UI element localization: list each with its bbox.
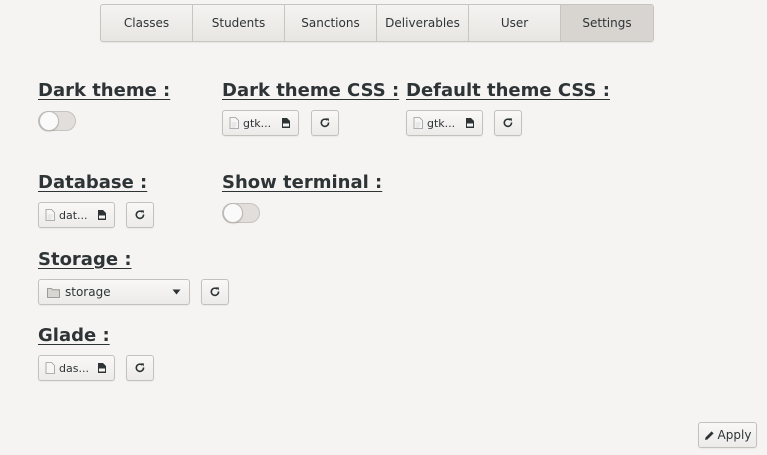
apply-label: Apply xyxy=(717,428,752,442)
dark-theme-css-reload-button[interactable] xyxy=(311,110,339,136)
open-file-icon xyxy=(98,210,106,220)
file-name: das... xyxy=(59,361,89,375)
switch-knob xyxy=(223,203,243,223)
open-file-icon xyxy=(466,118,474,128)
dark-theme-heading: Dark theme : xyxy=(38,80,171,101)
tab-user[interactable]: User xyxy=(469,5,561,41)
dark-theme-css-file-chooser[interactable]: gtk... xyxy=(222,110,299,136)
document-icon xyxy=(413,117,423,129)
reload-icon xyxy=(210,287,220,297)
glade-heading: Glade : xyxy=(38,325,110,346)
storage-reload-button[interactable] xyxy=(201,279,229,305)
pencil-icon xyxy=(704,430,714,440)
glade-file-chooser[interactable]: das... xyxy=(38,355,115,381)
show-terminal-heading: Show terminal : xyxy=(222,172,383,193)
file-name: gtk... xyxy=(427,116,456,130)
reload-icon xyxy=(135,210,145,220)
document-icon xyxy=(229,117,239,129)
tab-classes[interactable]: Classes xyxy=(101,5,193,41)
apply-button[interactable]: Apply xyxy=(698,422,757,448)
default-theme-css-heading: Default theme CSS : xyxy=(406,80,610,101)
folder-icon xyxy=(47,287,60,298)
default-theme-css-file-chooser[interactable]: gtk... xyxy=(406,110,483,136)
storage-heading: Storage : xyxy=(38,249,132,270)
dark-theme-css-heading: Dark theme CSS : xyxy=(222,80,400,101)
reload-icon xyxy=(503,118,513,128)
glade-reload-button[interactable] xyxy=(126,355,154,381)
document-icon xyxy=(45,362,55,374)
reload-icon xyxy=(320,118,330,128)
settings-page: Classes Students Sanctions Deliverables … xyxy=(0,0,767,455)
tab-deliverables[interactable]: Deliverables xyxy=(377,5,469,41)
dark-theme-switch[interactable] xyxy=(38,111,76,131)
database-heading: Database : xyxy=(38,172,148,193)
tab-settings[interactable]: Settings xyxy=(561,5,653,41)
open-file-icon xyxy=(282,118,290,128)
open-file-icon xyxy=(98,363,106,373)
tab-students[interactable]: Students xyxy=(193,5,285,41)
folder-name: storage xyxy=(65,285,111,299)
show-terminal-switch[interactable] xyxy=(222,203,260,223)
document-icon xyxy=(45,209,55,221)
tab-bar: Classes Students Sanctions Deliverables … xyxy=(100,4,654,42)
database-file-chooser[interactable]: dat... xyxy=(38,202,115,228)
file-name: gtk... xyxy=(243,116,272,130)
reload-icon xyxy=(135,363,145,373)
storage-folder-select[interactable]: storage xyxy=(38,279,190,305)
dropdown-arrow-icon xyxy=(172,289,181,295)
default-theme-css-reload-button[interactable] xyxy=(494,110,522,136)
database-reload-button[interactable] xyxy=(126,202,154,228)
file-name: dat... xyxy=(59,208,88,222)
switch-knob xyxy=(39,111,59,131)
tab-sanctions[interactable]: Sanctions xyxy=(285,5,377,41)
